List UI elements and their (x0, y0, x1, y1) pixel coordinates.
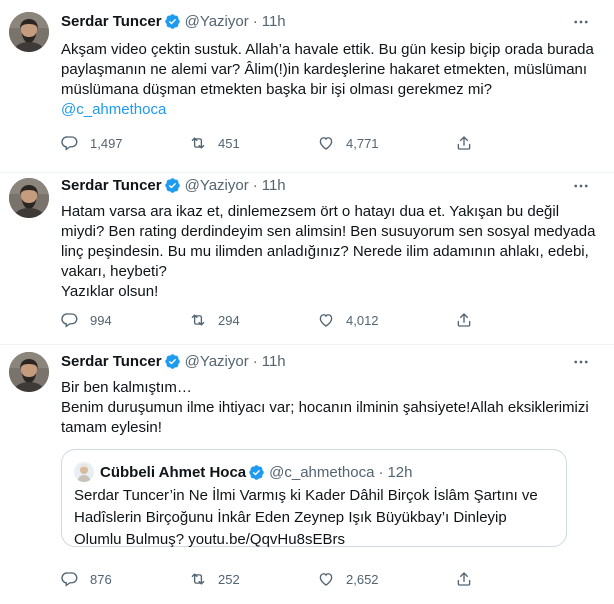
like-count: 4,012 (346, 312, 379, 328)
author-name[interactable]: Serdar Tuncer (61, 177, 162, 194)
like-button[interactable]: 2,652 (317, 569, 455, 589)
share-button[interactable] (455, 133, 484, 153)
reply-count: 876 (90, 571, 112, 587)
reply-button[interactable]: 994 (61, 310, 189, 330)
like-icon (317, 570, 335, 588)
tweet-text: Bir ben kalmıştım… Benim duruşumun ilme … (61, 379, 589, 436)
reply-icon (61, 134, 79, 152)
quoted-tweet-text: Serdar Tuncer’in Ne İlmi Varmış ki Kader… (74, 487, 538, 548)
tweet-text: Akşam video çektin sustuk. Allah’a haval… (61, 40, 596, 124)
retweet-icon (189, 134, 207, 152)
like-icon (317, 311, 335, 329)
share-icon (455, 570, 473, 588)
retweet-button[interactable]: 294 (189, 310, 317, 330)
retweet-icon (189, 311, 207, 329)
timestamp[interactable]: 11h (262, 353, 286, 370)
quoted-author-handle: @c_ahmethoca (269, 463, 375, 481)
tweet[interactable]: Serdar Tuncer @Yaziyor · 11h Hatam varsa… (0, 172, 614, 345)
verified-badge-icon (164, 13, 181, 30)
author-name[interactable]: Serdar Tuncer (61, 353, 162, 370)
avatar[interactable] (9, 178, 49, 218)
share-icon (455, 311, 473, 329)
reply-icon (61, 311, 79, 329)
author-name[interactable]: Serdar Tuncer (61, 13, 162, 30)
tweet-header: Serdar Tuncer @Yaziyor · 11h (61, 13, 286, 30)
retweet-button[interactable]: 252 (189, 569, 317, 589)
author-handle[interactable]: @Yaziyor (185, 177, 249, 194)
quoted-tweet-header: Cübbeli Ahmet Hoca @c_ahmethoca · 12h (74, 462, 412, 482)
tweet-actions: 1,497 451 4,771 (61, 133, 501, 153)
separator-dot: · (252, 353, 258, 370)
separator-dot: · (252, 13, 258, 30)
tweet[interactable]: Serdar Tuncer @Yaziyor · 11h Bir ben kal… (0, 344, 614, 604)
like-button[interactable]: 4,012 (317, 310, 455, 330)
like-icon (317, 134, 335, 152)
avatar[interactable] (9, 12, 49, 52)
quoted-timestamp: 12h (387, 463, 413, 481)
timestamp[interactable]: 11h (262, 177, 286, 194)
avatar[interactable] (9, 352, 49, 392)
timestamp[interactable]: 11h (262, 13, 286, 30)
reply-button[interactable]: 1,497 (61, 133, 189, 153)
quoted-avatar (74, 462, 94, 482)
mention-link[interactable]: @c_ahmethoca (61, 101, 166, 118)
separator-dot: · (378, 463, 384, 481)
quoted-author-name: Cübbeli Ahmet Hoca (100, 463, 247, 481)
more-icon (572, 13, 590, 31)
retweet-count: 294 (218, 312, 240, 328)
quoted-tweet[interactable]: Cübbeli Ahmet Hoca @c_ahmethoca · 12h Se… (61, 449, 567, 548)
share-button[interactable] (455, 310, 484, 330)
reply-button[interactable]: 876 (61, 569, 189, 589)
verified-badge-icon (164, 353, 181, 370)
separator-dot: · (252, 177, 258, 194)
more-icon (572, 177, 590, 195)
reply-count: 1,497 (90, 135, 123, 151)
verified-badge-icon (164, 177, 181, 194)
tweet-text-content: Akşam video çektin sustuk. Allah’a haval… (61, 41, 594, 98)
tweet-header: Serdar Tuncer @Yaziyor · 11h (61, 177, 286, 194)
like-count: 4,771 (346, 135, 379, 151)
retweet-icon (189, 570, 207, 588)
more-button[interactable] (569, 352, 593, 372)
retweet-count: 451 (218, 135, 240, 151)
retweet-count: 252 (218, 571, 240, 587)
reply-icon (61, 570, 79, 588)
more-button[interactable] (569, 176, 593, 196)
tweet[interactable]: Serdar Tuncer @Yaziyor · 11h Akşam video… (0, 0, 614, 173)
author-handle[interactable]: @Yaziyor (185, 353, 249, 370)
tweet-header: Serdar Tuncer @Yaziyor · 11h (61, 353, 286, 370)
tweet-actions: 994 294 4,012 (61, 310, 501, 330)
more-button[interactable] (569, 12, 593, 32)
tweet-text: Hatam varsa ara ikaz et, dinlemezsem ört… (61, 203, 596, 300)
verified-badge-icon (248, 464, 265, 481)
retweet-button[interactable]: 451 (189, 133, 317, 153)
like-count: 2,652 (346, 571, 379, 587)
share-icon (455, 134, 473, 152)
more-icon (572, 353, 590, 371)
tweet-actions: 876 252 2,652 (61, 569, 501, 589)
share-button[interactable] (455, 569, 484, 589)
reply-count: 994 (90, 312, 112, 328)
like-button[interactable]: 4,771 (317, 133, 455, 153)
author-handle[interactable]: @Yaziyor (185, 13, 249, 30)
